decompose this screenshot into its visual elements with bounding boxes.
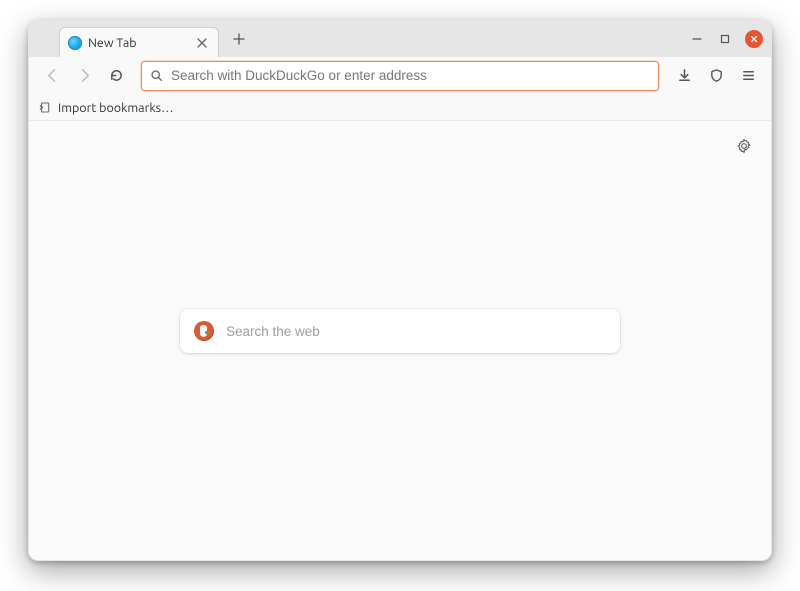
close-icon [750,35,758,43]
maximize-icon [720,34,730,44]
close-icon [197,38,207,48]
hamburger-menu-icon [741,68,756,83]
bookmarks-toolbar: Import bookmarks… [29,95,771,121]
window-close-button[interactable] [745,30,763,48]
navigation-toolbar [29,57,771,95]
back-icon [45,68,60,83]
plus-icon [233,33,245,45]
forward-icon [77,68,92,83]
reload-icon [109,68,124,83]
browser-window: New Tab [28,20,772,561]
window-controls [689,21,763,57]
new-tab-content [29,121,771,560]
import-bookmarks-icon [39,101,52,114]
app-menu-button[interactable] [733,61,763,91]
firefox-newtab-icon [68,36,82,50]
protections-button[interactable] [701,61,731,91]
url-bar[interactable] [141,61,659,91]
search-icon [150,69,163,82]
window-minimize-button[interactable] [689,31,705,47]
newtab-settings-button[interactable] [733,135,755,157]
gear-icon [736,138,752,154]
new-tab-button[interactable] [225,25,253,53]
import-bookmarks-button[interactable]: Import bookmarks… [58,101,174,115]
tab-new-tab[interactable]: New Tab [59,27,219,57]
downloads-button[interactable] [669,61,699,91]
tab-title: New Tab [88,36,137,50]
newtab-search-input[interactable] [226,324,606,339]
shield-icon [709,68,724,83]
back-button[interactable] [37,61,67,91]
downloads-icon [677,68,692,83]
newtab-search-box[interactable] [180,309,620,353]
tab-close-button[interactable] [194,35,210,51]
duckduckgo-icon [194,321,214,341]
window-maximize-button[interactable] [717,31,733,47]
reload-button[interactable] [101,61,131,91]
forward-button[interactable] [69,61,99,91]
url-input[interactable] [171,68,650,83]
minimize-icon [692,34,702,44]
tabstrip: New Tab [29,21,771,57]
